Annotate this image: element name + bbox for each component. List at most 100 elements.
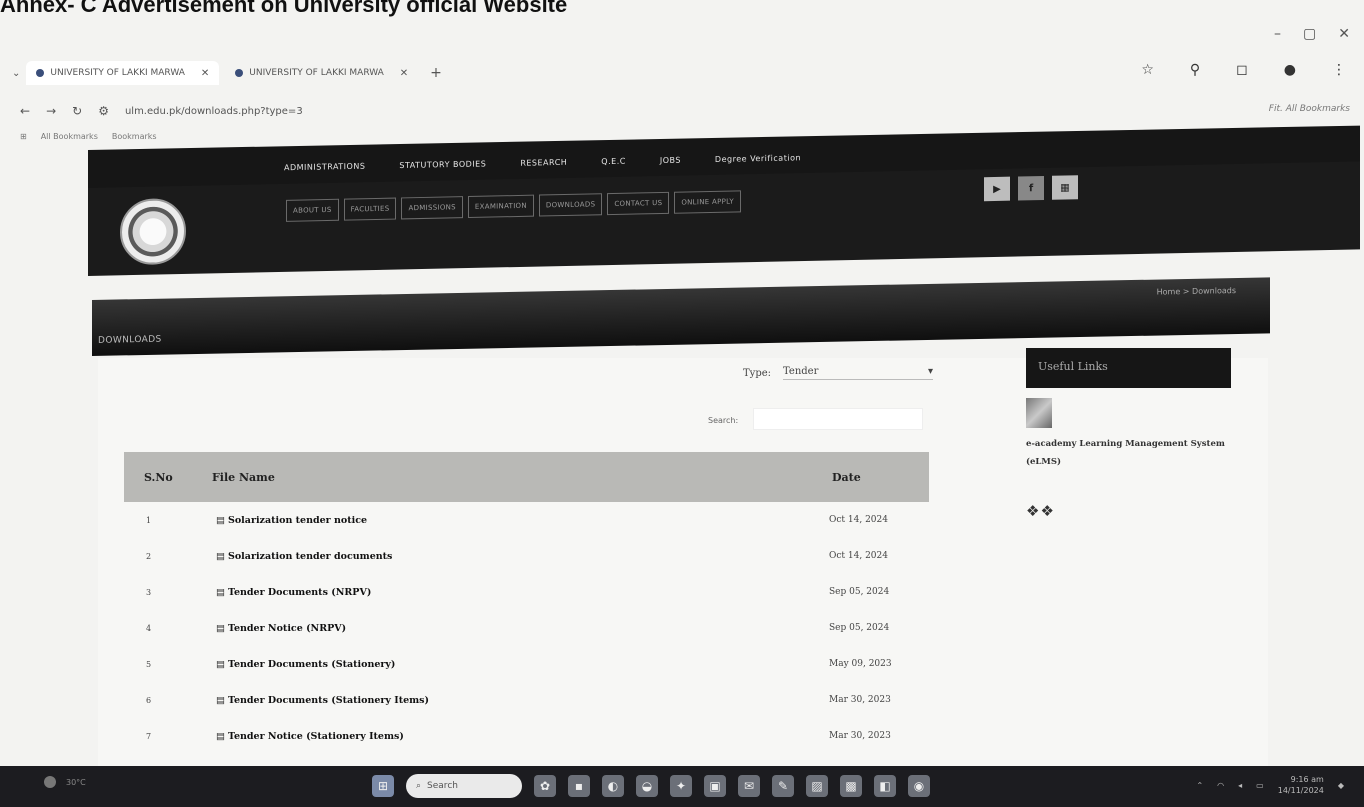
table-row: 6 ▤ Tender Documents (Stationery Items) M… [124,682,929,718]
tab-list-icon[interactable]: ⌄ [12,68,20,79]
nav-jobs[interactable]: JOBS [660,155,681,164]
nav-examination[interactable]: EXAMINATION [467,194,534,219]
volume-icon[interactable]: ◂ [1238,781,1242,790]
nav-qec[interactable]: Q.E.C [601,156,626,165]
nav-degree-verification[interactable]: Degree Verification [715,153,801,164]
nav-downloads[interactable]: DOWNLOADS [538,193,603,217]
close-icon[interactable]: ✕ [1338,26,1350,42]
nav-faculties[interactable]: FACULTIES [343,197,397,221]
minimize-icon[interactable]: – [1274,26,1281,42]
chrome-icon[interactable]: ◉ [908,775,930,797]
university-logo[interactable] [120,197,186,266]
elms-thumbnail[interactable] [1026,398,1052,428]
breadcrumb[interactable]: Home > Downloads [1157,286,1236,297]
header-sno[interactable]: S.No [124,471,212,484]
nav-statutory-bodies[interactable]: STATUTORY BODIES [399,159,486,170]
type-select-value: Tender [783,366,819,377]
browser-tab-1[interactable]: UNIVERSITY OF LAKKI MARWA ✕ [26,61,220,85]
bookmark-item[interactable]: Bookmarks [112,132,157,141]
row-date: May 09, 2023 [829,659,892,669]
puzzle-icon[interactable]: ◻ [1236,62,1248,78]
file-name[interactable]: Solarization tender documents [228,551,392,562]
taskbar-apps: ⊞ ⌕ Search ✿ ▪ ◐ ◒ ✦ ▣ ✉ ✎ ▨ ▩ ◧ ◉ [372,774,930,798]
extension-icon[interactable]: ⚲ [1190,62,1200,78]
header-date[interactable]: Date [832,471,929,484]
widgets-icon[interactable]: ✿ [534,775,556,797]
bookmark-item[interactable]: All Bookmarks [41,132,98,141]
tray-chevron-icon[interactable]: ⌃ [1196,781,1203,790]
clock[interactable]: 9:16 am 14/11/2024 [1278,774,1324,796]
app-icon[interactable]: ◧ [874,775,896,797]
table-row: 7 ▤ Tender Notice (Stationery Items) Mar … [124,718,929,754]
page-title: DOWNLOADS [98,334,162,346]
file-name[interactable]: Tender Documents (Stationery Items) [228,695,429,706]
new-tab-button[interactable]: + [424,65,448,81]
elms-link[interactable]: e-academy Learning Management System (eL… [1026,436,1231,472]
apps-icon[interactable]: ⊞ [20,132,27,141]
nav-research[interactable]: RESEARCH [520,157,567,167]
edge-icon[interactable]: ◐ [602,775,624,797]
profile-icon[interactable]: ● [1284,62,1296,78]
reload-icon[interactable]: ↻ [72,104,82,118]
nav-online-apply[interactable]: ONLINE APPLY [674,190,741,214]
taskbar-search[interactable]: ⌕ Search [406,774,522,798]
nav-contact-us[interactable]: CONTACT US [607,191,670,216]
system-tray: ⌃ ◠ ◂ ▭ 9:16 am 14/11/2024 ◆ [1196,774,1344,796]
row-number: 3 [146,587,152,597]
file-name[interactable]: Tender Documents (NRPV) [228,587,371,598]
file-link[interactable]: ▤ Tender Notice (NRPV) [216,623,829,634]
app-icon[interactable]: ▩ [840,775,862,797]
file-link[interactable]: ▤ Tender Documents (Stationery) [216,659,829,670]
weather-icon [44,776,56,788]
search-label: Search: [708,416,739,425]
file-link[interactable]: ▤ Tender Documents (Stationery Items) [216,695,829,706]
menu-icon[interactable]: ⋮ [1332,62,1346,78]
file-name[interactable]: Tender Notice (Stationery Items) [228,731,404,742]
downloads-content: Type: Tender ▾ Search: S.No File Name Da… [98,348,1268,768]
file-link[interactable]: ▤ Tender Notice (Stationery Items) [216,731,829,742]
file-name[interactable]: Tender Notice (NRPV) [228,623,346,634]
youtube-icon[interactable]: ▶ [984,176,1010,202]
bookmarks-menu[interactable]: Fit. All Bookmarks [1269,104,1350,114]
back-icon[interactable]: ← [20,104,30,118]
chat-icon[interactable]: ▪ [568,775,590,797]
url-field[interactable]: ulm.edu.pk/downloads.php?type=3 [125,106,303,117]
wifi-icon[interactable]: ◠ [1217,781,1224,790]
notification-icon[interactable]: ◆ [1338,781,1344,790]
nav-about-us[interactable]: ABOUT US [286,198,339,222]
partner-logo-icon[interactable]: ❖❖ [1026,502,1231,520]
nav-administrations[interactable]: ADMINISTRATIONS [284,161,365,172]
app-icon[interactable]: ✦ [670,775,692,797]
tab-title: UNIVERSITY OF LAKKI MARWA [50,68,185,78]
file-link[interactable]: ▤ Solarization tender notice [216,515,829,526]
weather-widget[interactable]: 30°C [44,776,86,788]
nav-admissions[interactable]: ADMISSIONS [401,196,463,220]
header-file-name[interactable]: File Name [212,471,832,484]
search-input[interactable] [753,408,923,430]
forward-icon[interactable]: → [46,104,56,118]
tab-close-icon[interactable]: ✕ [201,68,209,79]
photos-icon[interactable]: ▨ [806,775,828,797]
maximize-icon[interactable]: ▢ [1303,26,1316,42]
start-icon[interactable]: ⊞ [372,775,394,797]
facebook-icon[interactable]: f [1018,175,1044,201]
app-icon[interactable]: ◒ [636,775,658,797]
row-date: Oct 14, 2024 [829,551,888,561]
gallery-icon[interactable]: ▦ [1052,175,1078,200]
file-link[interactable]: ▤ Tender Documents (NRPV) [216,587,829,598]
mail-icon[interactable]: ✉ [738,775,760,797]
browser-tab-2[interactable]: UNIVERSITY OF LAKKI MARWA ✕ [225,61,418,85]
file-icon: ▤ [216,550,225,562]
file-name[interactable]: Solarization tender notice [228,515,367,526]
store-icon[interactable]: ▣ [704,775,726,797]
type-select[interactable]: Tender ▾ [783,366,934,380]
battery-icon[interactable]: ▭ [1256,781,1264,790]
site-info-icon[interactable]: ⚙ [98,104,109,118]
bookmark-star-icon[interactable]: ☆ [1141,62,1154,78]
file-link[interactable]: ▤ Solarization tender documents [216,551,829,562]
row-number: 1 [146,515,152,525]
row-number: 4 [146,623,152,633]
app-icon[interactable]: ✎ [772,775,794,797]
file-name[interactable]: Tender Documents (Stationery) [228,659,395,670]
tab-close-icon[interactable]: ✕ [400,68,408,79]
